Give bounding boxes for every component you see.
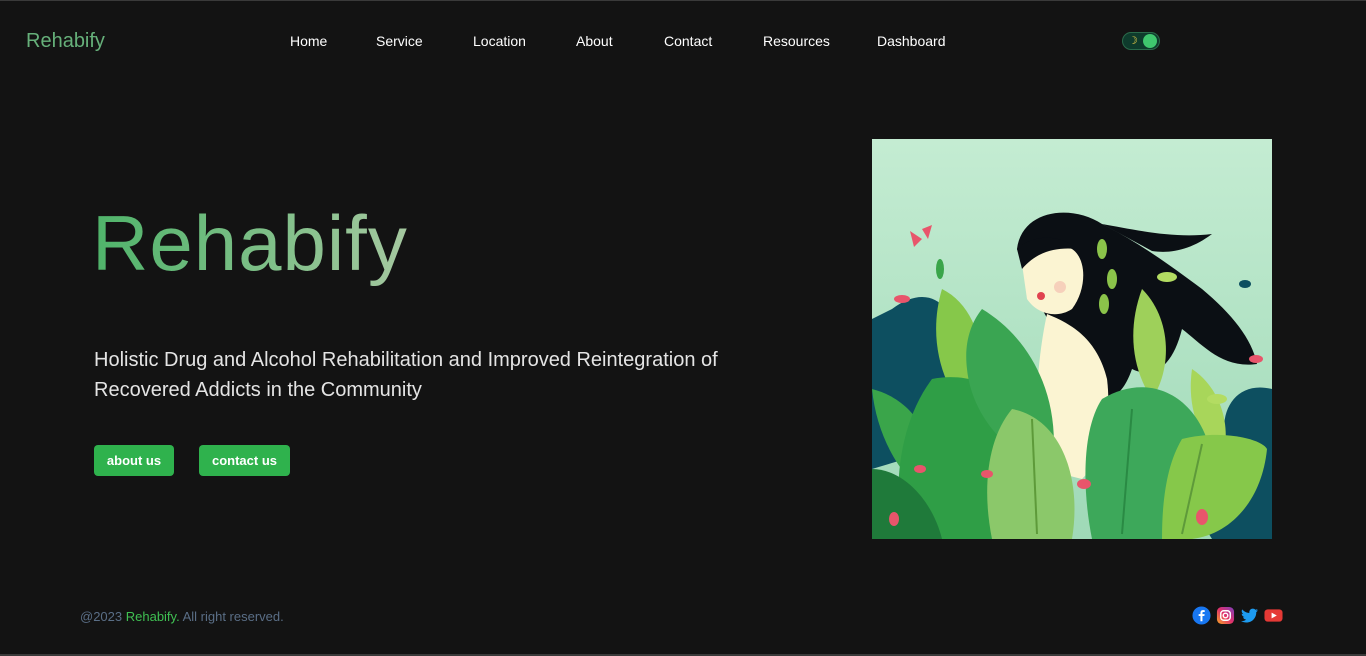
copyright-suffix: All right reserved. [179,609,284,624]
copyright: @2023 Rehabify. All right reserved. [80,609,284,624]
footer-brand[interactable]: Rehabify. [126,609,180,624]
instagram-icon[interactable] [1216,606,1235,625]
nav-service[interactable]: Service [376,33,423,49]
nav-home[interactable]: Home [290,33,327,49]
twitter-icon[interactable] [1240,606,1259,625]
hero-illustration [872,139,1272,539]
nav-dashboard[interactable]: Dashboard [877,33,946,49]
hero-title: Rehabify [92,199,408,287]
copyright-prefix: @2023 [80,609,126,624]
facebook-icon[interactable] [1192,606,1211,625]
window-top-border [0,0,1366,1]
nav-location[interactable]: Location [473,33,526,49]
moon-icon: ☽ [1128,35,1138,47]
nav-resources[interactable]: Resources [763,33,830,49]
site-logo[interactable]: Rehabify [26,30,105,53]
nav-contact[interactable]: Contact [664,33,712,49]
toggle-knob [1143,34,1157,48]
hero-subtitle: Holistic Drug and Alcohol Rehabilitation… [94,349,718,401]
nav-about[interactable]: About [576,33,613,49]
about-us-button[interactable]: about us [94,445,174,476]
youtube-icon[interactable] [1264,606,1283,625]
contact-us-button[interactable]: contact us [199,445,290,476]
theme-toggle[interactable]: ☽ [1122,32,1160,50]
